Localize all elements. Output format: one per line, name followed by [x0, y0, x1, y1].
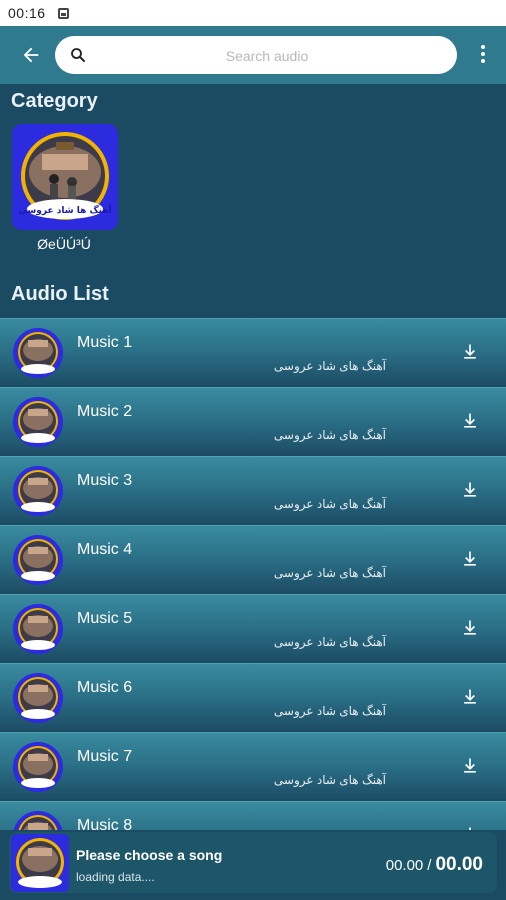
- song-subtitle: آهنگ های شاد عروسی: [273, 359, 386, 373]
- toolbar: [0, 26, 506, 84]
- song-subtitle: آهنگ های شاد عروسی: [273, 497, 386, 511]
- song-thumbnail: [13, 604, 63, 654]
- list-item[interactable]: Music 2 آهنگ های شاد عروسی: [0, 387, 506, 454]
- current-time: 00.00: [385, 857, 424, 874]
- song-subtitle: آهنگ های شاد عروسی: [273, 428, 386, 442]
- song-title: Music 4: [77, 541, 133, 558]
- search-input[interactable]: [95, 36, 439, 76]
- category-artwork: آهنگ ها شاد عروسی: [12, 124, 118, 230]
- download-icon[interactable]: [460, 825, 480, 830]
- download-icon[interactable]: [460, 411, 480, 431]
- mini-player[interactable]: Please choose a song loading data.... 00…: [9, 832, 497, 893]
- list-item[interactable]: Music 7 آهنگ های شاد عروسی: [0, 732, 506, 799]
- song-thumbnail: [13, 535, 63, 585]
- download-icon[interactable]: [460, 618, 480, 638]
- song-title: Music 1: [77, 334, 133, 351]
- song-title: Music 3: [77, 472, 133, 489]
- list-item[interactable]: Music 8: [0, 801, 506, 830]
- duration: 00.00: [435, 854, 483, 875]
- download-icon[interactable]: [460, 342, 480, 362]
- player-time: 00.00/00.00: [386, 854, 483, 876]
- search-box[interactable]: [55, 36, 457, 76]
- song-thumbnail: [13, 466, 63, 516]
- download-icon[interactable]: [460, 687, 480, 707]
- download-icon[interactable]: [460, 480, 480, 500]
- notification-image-icon: [57, 7, 69, 19]
- svg-text:آهنگ ها شاد عروسی: آهنگ ها شاد عروسی: [18, 204, 112, 216]
- download-icon[interactable]: [460, 549, 480, 569]
- song-thumbnail: [13, 742, 63, 792]
- song-subtitle: آهنگ های شاد عروسی: [273, 566, 386, 580]
- song-subtitle: آهنگ های شاد عروسی: [273, 773, 386, 787]
- player-title: Please choose a song: [76, 847, 223, 863]
- song-thumbnail: [13, 397, 63, 447]
- category-card[interactable]: آهنگ ها شاد عروسی: [12, 124, 118, 230]
- list-item[interactable]: Music 3 آهنگ های شاد عروسی: [0, 456, 506, 523]
- more-vertical-icon: [481, 45, 485, 49]
- magnifier-icon: [71, 48, 85, 62]
- song-thumbnail: [13, 673, 63, 723]
- song-subtitle: آهنگ های شاد عروسی: [273, 635, 386, 649]
- category-label: ØeÜÚ³Ú: [37, 236, 91, 252]
- player-status: loading data....: [76, 870, 155, 884]
- status-bar: 00:16: [0, 0, 506, 26]
- category-section-title: Category: [11, 90, 98, 112]
- list-item[interactable]: Music 4 آهنگ های شاد عروسی: [0, 525, 506, 592]
- player-artwork: [11, 834, 69, 892]
- song-title: Music 2: [77, 403, 133, 420]
- song-title: Music 6: [77, 679, 133, 696]
- arrow-left-icon: [23, 47, 39, 63]
- song-title: Music 8: [77, 817, 133, 830]
- more-options-button[interactable]: [480, 45, 486, 65]
- audio-list-section-title: Audio List: [11, 283, 109, 305]
- list-item[interactable]: Music 5 آهنگ های شاد عروسی: [0, 594, 506, 661]
- song-thumbnail: [13, 811, 63, 830]
- back-button[interactable]: [20, 44, 42, 66]
- audio-list[interactable]: Music 1 آهنگ های شاد عروسی Music 2 آهنگ …: [0, 318, 506, 830]
- status-time: 00:16: [8, 5, 46, 21]
- list-item[interactable]: Music 6 آهنگ های شاد عروسی: [0, 663, 506, 730]
- time-separator: /: [427, 857, 432, 874]
- song-title: Music 7: [77, 748, 133, 765]
- song-subtitle: آهنگ های شاد عروسی: [273, 704, 386, 718]
- list-item[interactable]: Music 1 آهنگ های شاد عروسی: [0, 318, 506, 385]
- download-icon[interactable]: [460, 756, 480, 776]
- song-title: Music 5: [77, 610, 133, 627]
- song-thumbnail: [13, 328, 63, 378]
